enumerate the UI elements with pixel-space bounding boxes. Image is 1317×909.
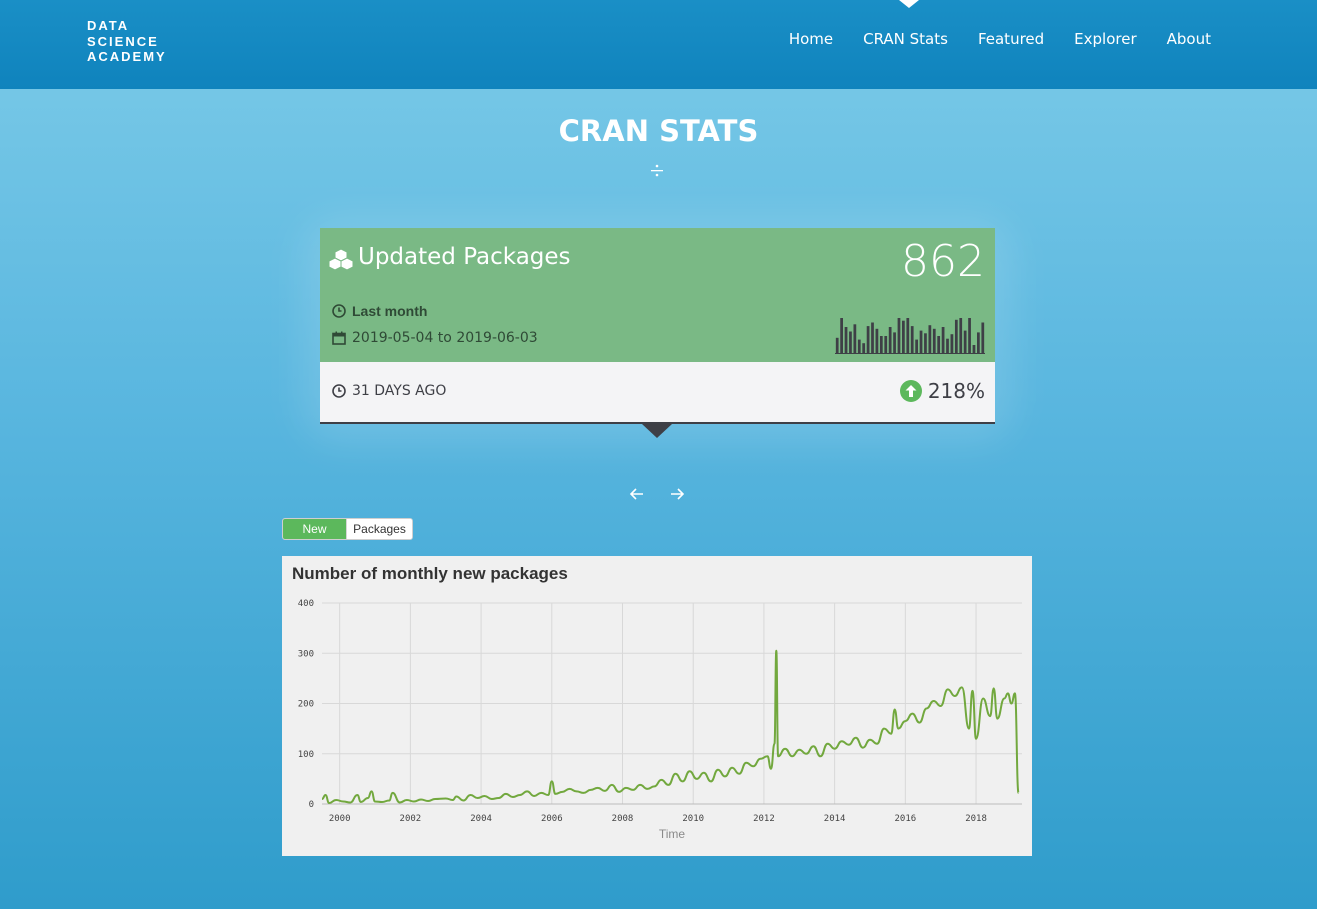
x-tick-label: 2006 (541, 814, 563, 824)
sparkline-bar (954, 319, 958, 354)
card-header: Updated Packages 862 Last month 2019-05-… (320, 228, 995, 362)
sparkline-bar (857, 339, 861, 354)
sparkline-bar (879, 336, 883, 354)
nav-home[interactable]: Home (789, 30, 833, 48)
x-tick-label: 2012 (753, 814, 775, 824)
y-tick-label: 0 (309, 800, 314, 810)
sparkline-bar (915, 339, 918, 354)
brand-logo[interactable]: DATA SCIENCE ACADEMY (87, 18, 167, 65)
card-footer: 31 DAYS AGO 218% (320, 362, 995, 424)
line-chart: 0 100 200 300 400 2000 2002 2004 2006 2008 2010 201… (298, 599, 1022, 841)
card-title: Updated Packages (358, 244, 571, 270)
active-nav-pointer (899, 0, 919, 8)
sparkline-bar (910, 326, 914, 354)
sparkline-bar (959, 318, 963, 354)
arrow-left-icon (629, 488, 643, 500)
y-tick-label: 100 (298, 750, 314, 760)
main-nav: Home CRAN Stats Featured Explorer About (789, 30, 1211, 48)
sparkline-bar (902, 320, 905, 354)
sparkline-bar (972, 345, 976, 354)
period-label: Last month (352, 303, 428, 319)
nav-explorer[interactable]: Explorer (1074, 30, 1136, 48)
nav-cran-stats[interactable]: CRAN Stats (863, 30, 948, 48)
y-tick-label: 300 (298, 649, 314, 659)
range-row: 2019-05-04 to 2019-06-03 (332, 330, 538, 346)
sparkline-bar (853, 324, 857, 354)
sparkline-bar (906, 318, 910, 354)
y-tick-label: 200 (298, 700, 314, 710)
prev-arrow-button[interactable] (629, 486, 645, 502)
sparkline-bar (981, 322, 985, 354)
calendar-icon (332, 331, 346, 345)
page-title: CRAN STATS (558, 114, 759, 148)
cubes-icon (329, 248, 353, 270)
sparkline-bar (928, 325, 932, 354)
nav-featured[interactable]: Featured (978, 30, 1044, 48)
sparkline-bar (932, 328, 936, 354)
ago-row: 31 DAYS AGO (332, 383, 446, 399)
divide-ornament-icon (650, 163, 664, 179)
sparkline-chart (835, 318, 985, 354)
x-tick-label: 2002 (400, 814, 422, 824)
x-tick-label: 2004 (470, 814, 492, 824)
x-tick-label: 2010 (682, 814, 704, 824)
sparkline-bar (963, 330, 967, 354)
brand-line-3: ACADEMY (87, 49, 167, 64)
sparkline-bar (844, 327, 848, 354)
chart-panel: 0 100 200 300 400 2000 2002 2004 2006 2008 2010 201… (282, 556, 1032, 856)
arrow-right-icon (671, 488, 685, 500)
sparkline-bar (897, 318, 901, 354)
x-axis-label: Time (659, 827, 686, 841)
brand-line-2: SCIENCE (87, 33, 159, 49)
x-tick-label: 2014 (824, 814, 846, 824)
sparkline-bar (937, 336, 941, 354)
sparkline-bar (871, 322, 874, 354)
sparkline-bar (875, 328, 879, 354)
nav-about[interactable]: About (1167, 30, 1211, 48)
sparkline-bar (919, 330, 923, 354)
sparkline-bar (950, 334, 954, 354)
x-tick-label: 2016 (894, 814, 916, 824)
stats-card: Updated Packages 862 Last month 2019-05-… (320, 228, 995, 438)
x-tick-label: 2008 (612, 814, 634, 824)
change-row: 218% (899, 379, 985, 403)
card-pointer (642, 424, 672, 438)
sparkline-bar (968, 318, 971, 354)
sparkline-bar (835, 337, 839, 354)
sparkline-bar (866, 326, 870, 354)
new-packages-toggle[interactable]: New Packages (282, 518, 413, 540)
sparkline-bar (946, 338, 949, 354)
clock-icon (332, 304, 346, 318)
sparkline-bar (924, 333, 927, 354)
toggle-off-label[interactable]: Packages (346, 519, 412, 539)
toggle-on-label[interactable]: New (283, 519, 346, 539)
card-value: 862 (901, 236, 985, 287)
brand-line-1: DATA (87, 18, 130, 33)
change-percent: 218% (927, 379, 985, 403)
top-navbar: DATA SCIENCE ACADEMY Home CRAN Stats Fea… (0, 0, 1317, 89)
sparkline-bar (849, 331, 852, 354)
x-tick-label: 2018 (965, 814, 987, 824)
next-arrow-button[interactable] (669, 486, 685, 502)
sparkline-bar (862, 343, 866, 354)
sparkline-bar (840, 318, 843, 354)
clock-icon (332, 384, 346, 398)
sparkline-bar (893, 332, 896, 354)
chart-title: Number of monthly new packages (292, 564, 568, 583)
y-tick-label: 400 (298, 599, 314, 609)
sparkline-bar (884, 336, 888, 354)
date-range-label: 2019-05-04 to 2019-06-03 (352, 330, 538, 346)
period-row: Last month (332, 303, 427, 319)
x-tick-label: 2000 (329, 814, 351, 824)
arrow-up-circle-icon (899, 380, 922, 402)
days-ago-label: 31 DAYS AGO (352, 383, 447, 399)
sparkline-bar (888, 327, 892, 354)
sparkline-bar (941, 327, 945, 354)
sparkline-bar (977, 332, 980, 354)
series-line (321, 649, 1020, 804)
